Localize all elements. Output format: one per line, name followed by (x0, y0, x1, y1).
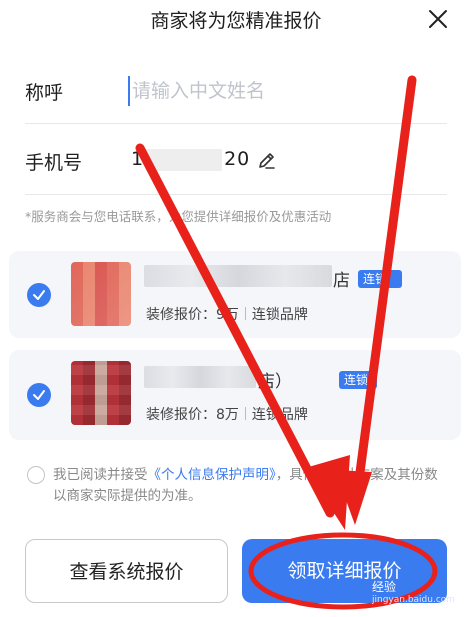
watermark: 经验 jingyan.baidu.com (372, 578, 455, 605)
merchant-name-suffix: 店） (258, 372, 292, 392)
chain-badge: 连锁 (339, 371, 377, 389)
service-note: *服务商会与您电话联系，为您提供详细报价及优惠活动 (25, 209, 332, 224)
merchant-name-blurred (144, 366, 256, 388)
merchant-meta: 装修报价：9万 连锁品牌 (146, 304, 308, 324)
page-title: 商家将为您精准报价 (150, 10, 322, 32)
phone-mask (146, 149, 222, 171)
close-icon[interactable] (424, 5, 452, 33)
checkbox-checked-icon[interactable] (27, 283, 51, 307)
name-label: 称呼 (25, 82, 64, 104)
merchant-thumbnail (71, 361, 131, 425)
privacy-statement-link[interactable]: 《个人信息保护声明》 (148, 467, 276, 483)
price-label: 装修报价： (146, 407, 216, 423)
agreement-text: 我已阅读并接受《个人信息保护声明》，具体的设计方案及其份数以商家实际提供的为准。 (53, 465, 448, 507)
agreement-prefix: 我已阅读并接受 (53, 467, 148, 483)
name-input[interactable] (128, 76, 432, 106)
merchant-name-suffix: 店 (333, 271, 350, 291)
merchant-meta: 装修报价：8万 连锁品牌 (146, 404, 308, 424)
divider (25, 194, 447, 195)
price-label: 装修报价： (146, 307, 216, 323)
divider (25, 123, 447, 124)
view-system-quote-button[interactable]: 查看系统报价 (25, 539, 228, 603)
phone-label: 手机号 (25, 152, 83, 174)
price-value: 8万 (216, 407, 239, 423)
checkbox-checked-icon[interactable] (27, 383, 51, 407)
merchant-type: 连锁品牌 (251, 407, 308, 423)
chain-badge: 连锁 (358, 270, 402, 288)
watermark-url: jingyan.baidu.com (372, 595, 456, 605)
merchant-name-blurred (144, 265, 332, 287)
phone-suffix: 20 (224, 148, 251, 170)
merchant-type: 连锁品牌 (251, 307, 308, 323)
agreement-radio[interactable] (27, 466, 45, 484)
watermark-text: 经验 (372, 580, 397, 594)
price-value: 9万 (216, 307, 239, 323)
edit-pencil-icon[interactable] (257, 150, 277, 170)
merchant-thumbnail (71, 262, 131, 326)
phone-prefix: 1 (131, 148, 145, 170)
